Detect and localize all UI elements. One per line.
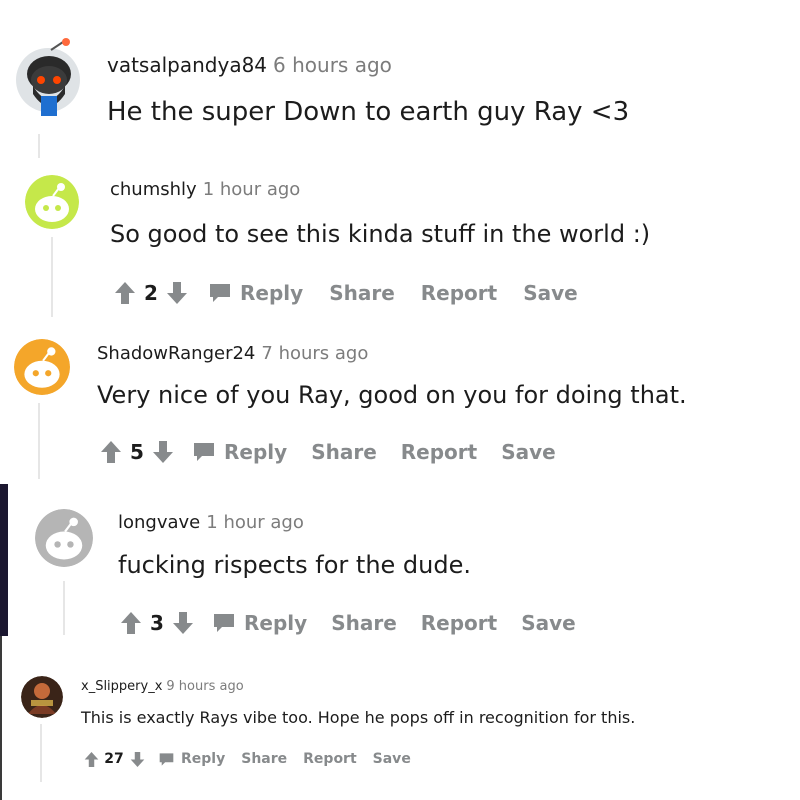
comment-body: This is exactly Rays vibe too. Hope he p… [81, 708, 636, 727]
timestamp[interactable]: 6 hours ago [273, 53, 392, 77]
report-button[interactable]: Report [421, 611, 497, 635]
thread-line[interactable] [51, 237, 53, 317]
username[interactable]: chumshly [110, 179, 197, 200]
upvote-icon[interactable] [112, 281, 138, 305]
comment-meta: longvave 1 hour ago [118, 512, 304, 533]
comment-chumshly: chumshly 1 hour ago So good to see this k… [0, 165, 800, 325]
report-button[interactable]: Report [421, 281, 497, 305]
comment-actions: 2 Reply Share Report Save [112, 278, 578, 308]
comment-actions: 27 Reply Share Report Save [82, 748, 411, 770]
save-button[interactable]: Save [521, 611, 576, 635]
thread-line[interactable] [38, 134, 40, 158]
report-button[interactable]: Report [303, 751, 357, 767]
username[interactable]: ShadowRanger24 [97, 343, 255, 364]
reply-button[interactable]: Reply [158, 751, 225, 767]
report-button[interactable]: Report [401, 440, 477, 464]
comment-vatsalpandya84: vatsalpandya84 6 hours ago He the super D… [0, 0, 800, 165]
save-button[interactable]: Save [501, 440, 556, 464]
comment-meta: x_Slippery_x 9 hours ago [81, 679, 244, 694]
upvote-icon[interactable] [118, 611, 144, 635]
comment-body: So good to see this kinda stuff in the w… [110, 220, 651, 248]
downvote-icon[interactable] [164, 281, 190, 305]
vote-count: 2 [144, 281, 158, 305]
reply-button[interactable]: Reply [208, 281, 303, 305]
reply-icon [194, 443, 214, 461]
save-button[interactable]: Save [373, 751, 411, 767]
comment-body: He the super Down to earth guy Ray <3 [107, 97, 630, 127]
comment-actions: 3 Reply Share Report Save [118, 608, 576, 638]
comment-body: fucking rispects for the dude. [118, 551, 471, 579]
user-photo-avatar-icon[interactable] [21, 676, 63, 718]
share-button[interactable]: Share [311, 440, 377, 464]
share-button[interactable]: Share [241, 751, 287, 767]
snoo-bearded-avatar-icon[interactable] [11, 36, 81, 116]
thread-line[interactable] [40, 724, 42, 782]
thread-line[interactable] [63, 581, 65, 635]
timestamp[interactable]: 7 hours ago [261, 343, 368, 364]
timestamp[interactable]: 1 hour ago [203, 179, 301, 200]
reply-icon [214, 614, 234, 632]
reply-label: Reply [181, 751, 226, 767]
snoo-avatar-icon[interactable] [25, 175, 79, 229]
share-button[interactable]: Share [331, 611, 397, 635]
reply-label: Reply [244, 611, 308, 635]
comment-actions: 5 Reply Share Report Save [98, 437, 556, 467]
timestamp[interactable]: 9 hours ago [166, 679, 243, 694]
reply-button[interactable]: Reply [192, 440, 287, 464]
upvote-icon[interactable] [98, 440, 124, 464]
comment-meta: vatsalpandya84 6 hours ago [107, 53, 392, 77]
username[interactable]: longvave [118, 512, 200, 533]
comment-shadowranger24: ShadowRanger24 7 hours ago Very nice of y… [0, 325, 800, 485]
reply-icon [210, 284, 230, 302]
upvote-icon[interactable] [82, 751, 100, 768]
reply-icon [159, 752, 174, 766]
share-button[interactable]: Share [329, 281, 395, 305]
reply-label: Reply [224, 440, 288, 464]
comment-meta: chumshly 1 hour ago [110, 179, 300, 200]
thread-line[interactable] [38, 403, 40, 479]
snoo-avatar-icon[interactable] [35, 509, 93, 567]
vote-count: 27 [104, 751, 124, 767]
timestamp[interactable]: 1 hour ago [206, 512, 304, 533]
downvote-icon[interactable] [170, 611, 196, 635]
comment-longvave: longvave 1 hour ago fucking rispects for … [0, 485, 800, 640]
reply-button[interactable]: Reply [212, 611, 307, 635]
username[interactable]: x_Slippery_x [81, 679, 162, 694]
vote-count: 5 [130, 440, 144, 464]
snoo-avatar-icon[interactable] [14, 339, 70, 395]
comment-x-slippery-x: x_Slippery_x 9 hours ago This is exactly … [0, 660, 800, 800]
vote-count: 3 [150, 611, 164, 635]
comment-body: Very nice of you Ray, good on you for do… [97, 381, 687, 409]
downvote-icon[interactable] [150, 440, 176, 464]
downvote-icon[interactable] [128, 751, 146, 768]
comment-meta: ShadowRanger24 7 hours ago [97, 343, 368, 364]
save-button[interactable]: Save [523, 281, 578, 305]
username[interactable]: vatsalpandya84 [107, 53, 267, 77]
reply-label: Reply [240, 281, 304, 305]
